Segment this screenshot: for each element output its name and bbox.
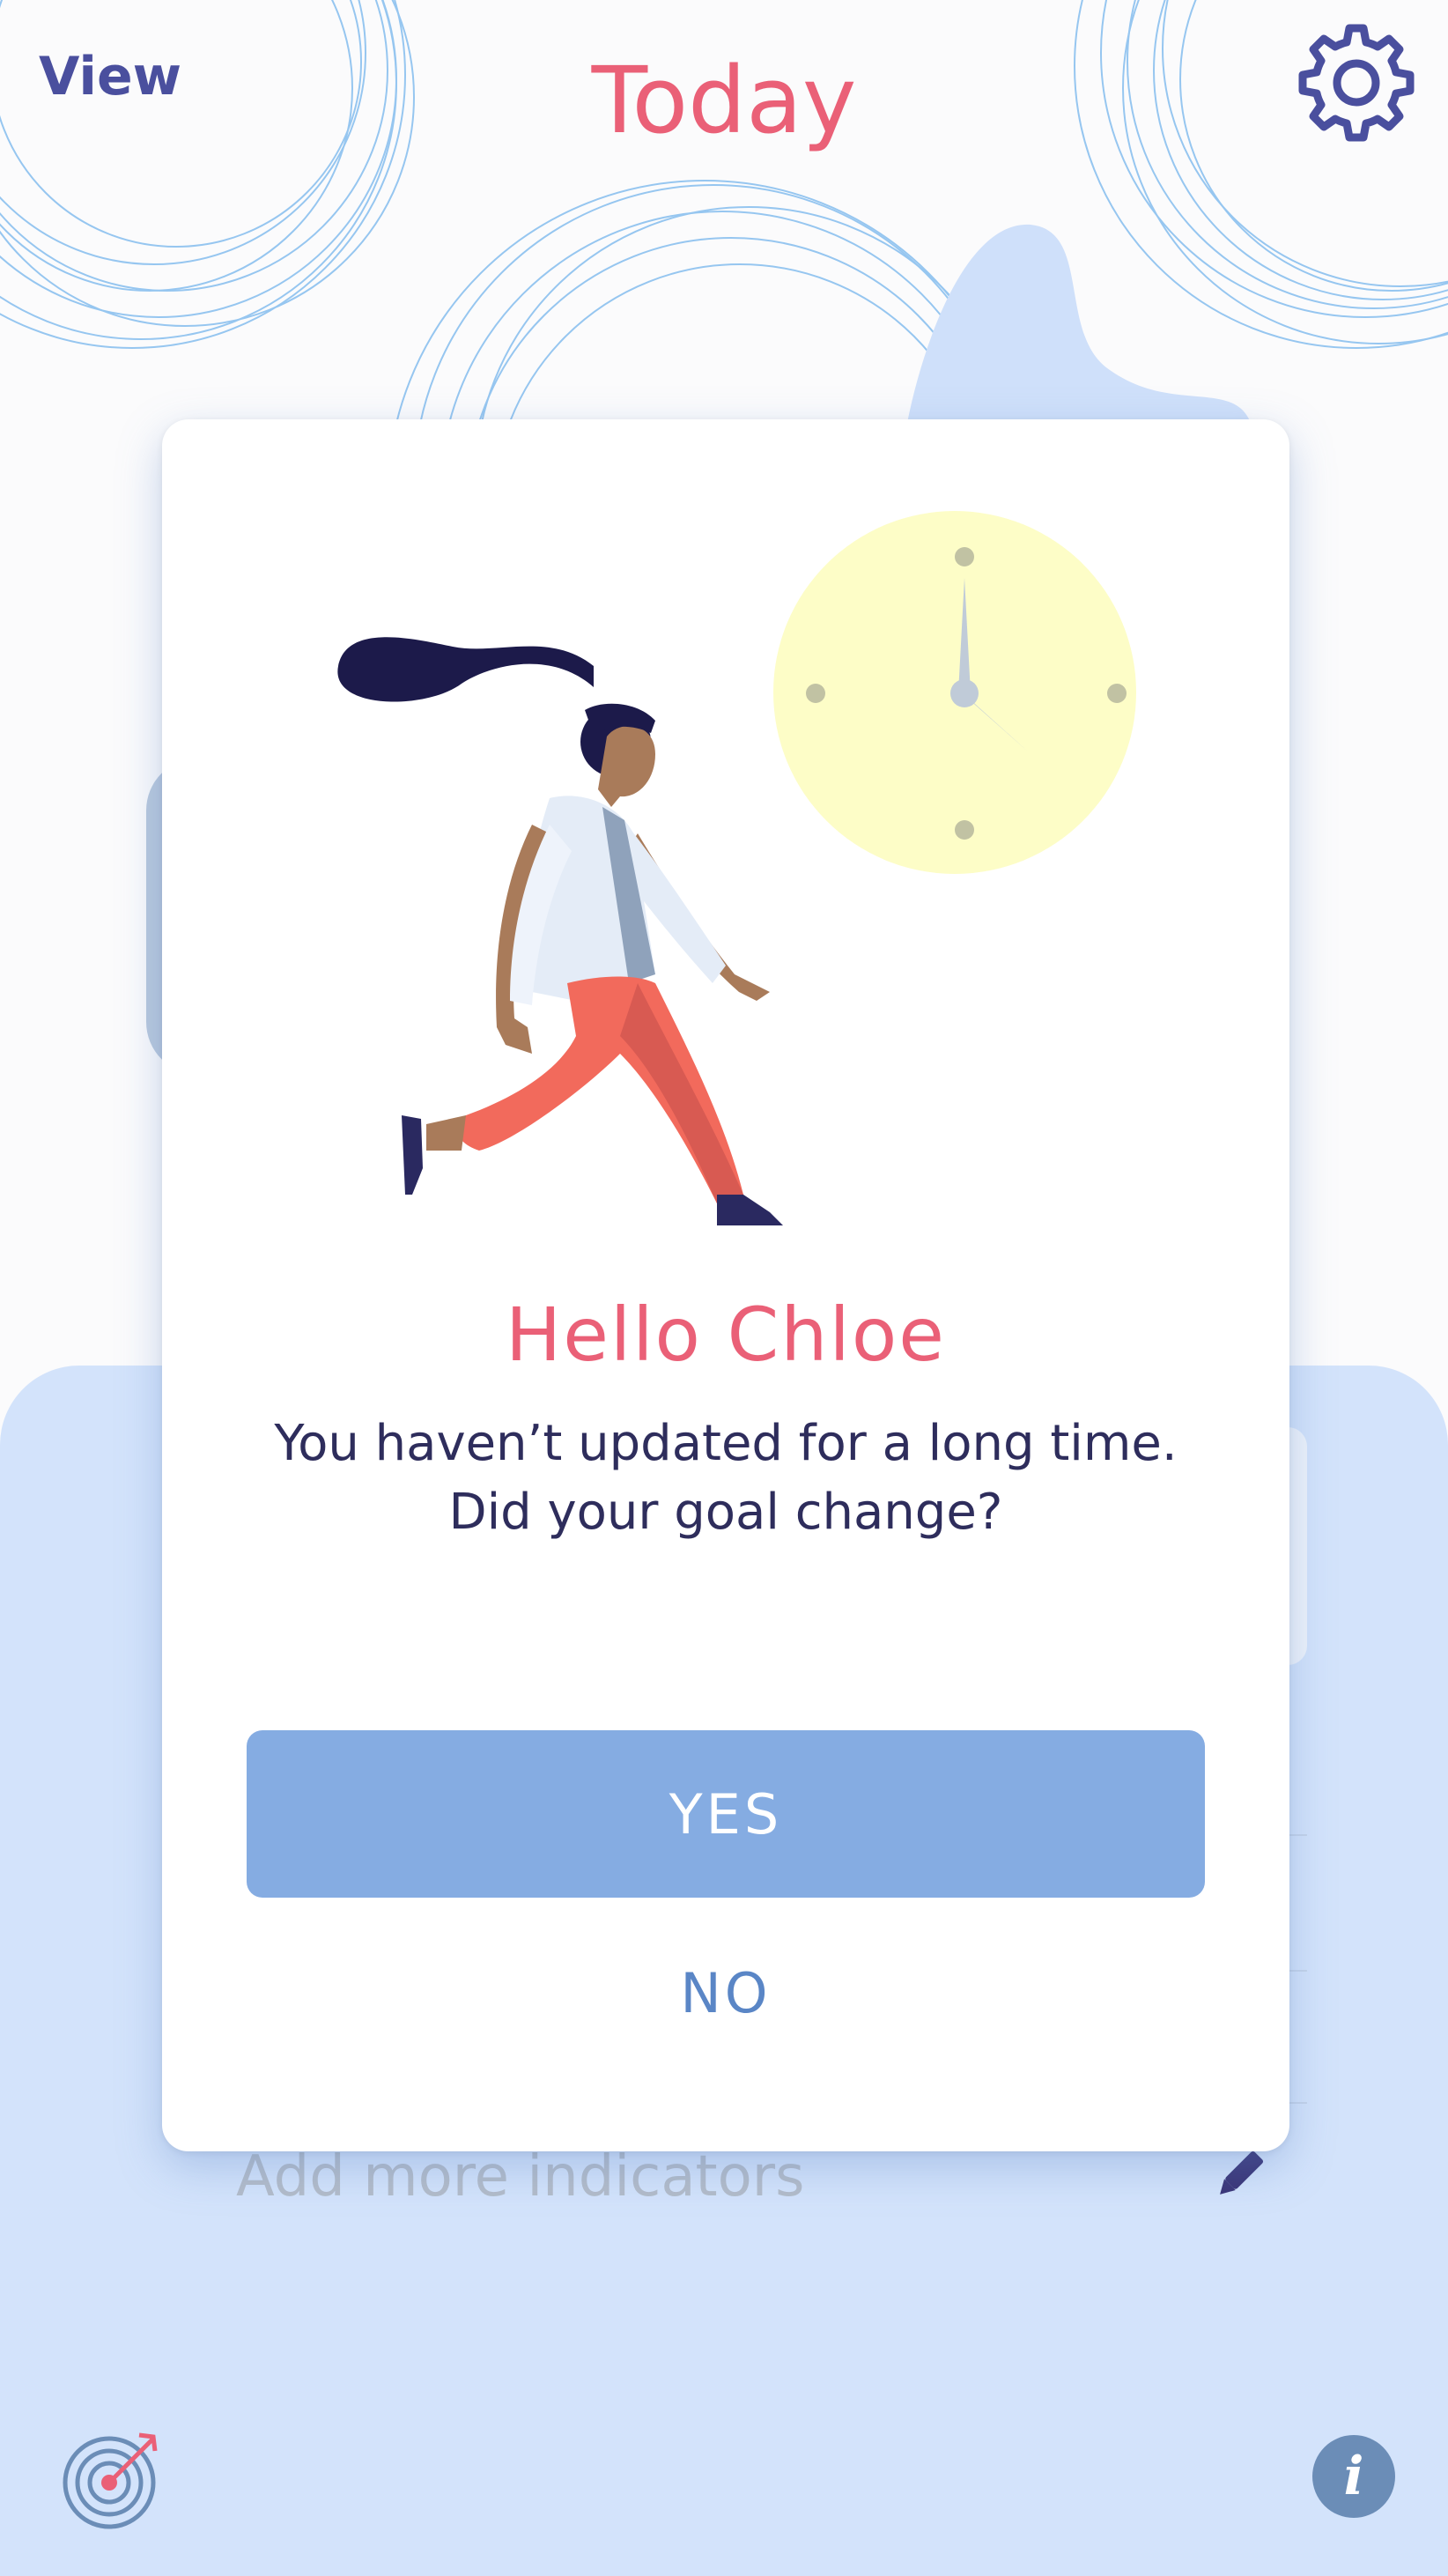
- clock-icon: [773, 511, 1136, 874]
- dialog-message-line: You haven’t updated for a long time.: [274, 1415, 1178, 1472]
- dialog-message-line: Did your goal change?: [448, 1484, 1003, 1541]
- no-button[interactable]: NO: [247, 1931, 1205, 2054]
- walking-woman-figure: [337, 637, 783, 1225]
- add-indicators-label[interactable]: Add more indicators: [236, 2144, 804, 2210]
- dialog-title: Hello Chloe: [506, 1292, 946, 1378]
- woman-walking-clock-illustration: [337, 511, 1136, 1225]
- dialog-message: You haven’t updated for a long time. Did…: [162, 1410, 1289, 1547]
- gear-icon[interactable]: [1295, 21, 1418, 144]
- page-title: Today: [591, 47, 857, 154]
- target-icon[interactable]: [58, 2426, 164, 2532]
- update-goal-dialog: Hello Chloe You haven’t updated for a lo…: [162, 419, 1289, 2151]
- yes-button[interactable]: YES: [247, 1730, 1205, 1898]
- info-icon[interactable]: i: [1312, 2435, 1395, 2518]
- pencil-icon[interactable]: [1210, 2146, 1268, 2204]
